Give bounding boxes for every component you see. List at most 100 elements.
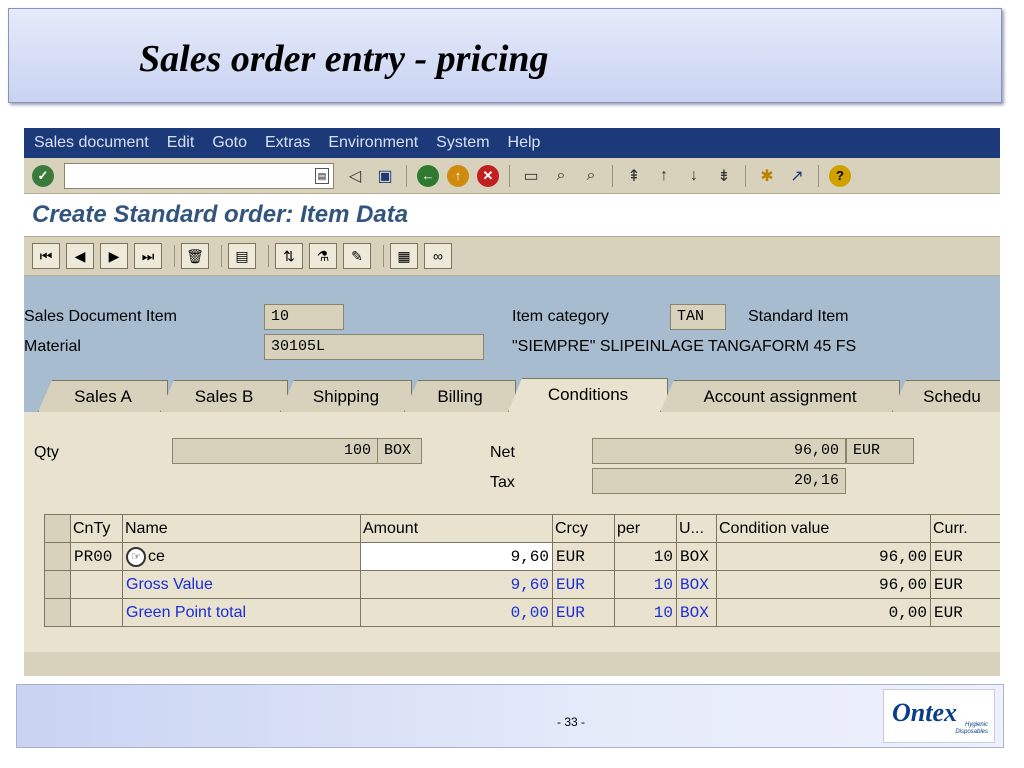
col-amount[interactable]: Amount	[360, 514, 553, 543]
col-cnty[interactable]: CnTy	[70, 514, 123, 543]
standard-toolbar: ✓ ▤ ◁ ▣ ← ↑ ✕ ▭ ⌕ ⌕ ⇞ ↑ ↓ ⇟ ✱ ↗ ?	[24, 158, 1000, 194]
condition-value-cell: 0,00	[716, 598, 931, 627]
menu-extras[interactable]: Extras	[265, 134, 310, 152]
item-category-label: Item category	[512, 308, 609, 325]
cursor-hand-icon: ☞	[126, 546, 146, 567]
tab-conditions[interactable]: Conditions	[508, 378, 668, 412]
first-item-icon[interactable]: ⏮	[32, 243, 60, 269]
name-cell[interactable]: ☞ ce	[122, 542, 361, 571]
command-field[interactable]: ▤	[64, 162, 334, 189]
menu-sales-document[interactable]: Sales document	[34, 134, 149, 152]
crcy-cell[interactable]: EUR	[552, 542, 615, 571]
last-item-icon[interactable]: ⏭	[134, 243, 162, 269]
item-category-field[interactable]: TAN	[670, 304, 726, 330]
qty-field[interactable]: 100	[172, 438, 378, 464]
toolbar-separator	[745, 164, 746, 187]
menu-goto[interactable]: Goto	[212, 134, 247, 152]
next-page-icon[interactable]: ↓	[681, 163, 707, 189]
cnty-cell[interactable]: PR00	[70, 542, 123, 571]
screen-title: Create Standard order: Item Data	[32, 201, 409, 228]
shortcut-icon[interactable]: ↗	[784, 163, 810, 189]
last-page-icon[interactable]: ⇟	[711, 163, 737, 189]
previous-item-icon[interactable]: ◀	[66, 243, 94, 269]
document-flow-icon[interactable]: ⇅	[275, 243, 303, 269]
col-curr[interactable]: Curr.	[930, 514, 1000, 543]
unit-cell[interactable]: BOX	[676, 542, 717, 571]
cancel-icon[interactable]: ✕	[475, 163, 501, 189]
cnty-cell	[70, 598, 123, 627]
select-all-cell[interactable]	[44, 514, 71, 543]
previous-page-icon[interactable]: ↑	[651, 163, 677, 189]
per-cell: 10	[614, 598, 677, 627]
toolbar-separator	[406, 164, 407, 187]
col-crcy[interactable]: Crcy	[552, 514, 615, 543]
next-item-icon[interactable]: ▶	[100, 243, 128, 269]
save-icon[interactable]: ▣	[372, 163, 398, 189]
material-description: "SIEMPRE" SLIPEINLAGE TANGAFORM 45 FS	[512, 338, 857, 355]
sap-window: Sales document Edit Goto Extras Environm…	[24, 128, 1000, 676]
col-name[interactable]: Name	[122, 514, 361, 543]
command-dropdown-icon[interactable]: ▤	[315, 167, 329, 184]
amount-cell: 0,00	[360, 598, 553, 627]
menu-environment[interactable]: Environment	[328, 134, 418, 152]
sales-document-item-field[interactable]: 10	[264, 304, 344, 330]
logo-wordmark: Ontex	[892, 698, 957, 727]
new-session-icon[interactable]: ✱	[754, 163, 780, 189]
net-currency-field[interactable]: EUR	[846, 438, 914, 464]
material-label: Material	[24, 338, 81, 355]
row-selector[interactable]	[44, 570, 71, 599]
menu-bar: Sales document Edit Goto Extras Environm…	[24, 128, 1000, 158]
change-icon[interactable]: ✎	[343, 243, 371, 269]
delete-icon[interactable]: 🗑	[181, 243, 209, 269]
table-row[interactable]: Green Point total 0,00 EUR 10 BOX 0,00 E…	[44, 598, 1000, 627]
find-next-icon[interactable]: ⌕	[578, 163, 604, 189]
slide-footer: - 33 - Ontex Hygienic Disposables	[16, 684, 1004, 748]
tab-shipping[interactable]: Shipping	[280, 380, 412, 412]
print-icon[interactable]: ▭	[518, 163, 544, 189]
help-icon[interactable]: ?	[827, 163, 853, 189]
toolbar-separator	[174, 245, 175, 267]
col-unit[interactable]: U...	[676, 514, 717, 543]
logo-sub2: Disposables	[955, 729, 988, 735]
row-selector[interactable]	[44, 598, 71, 627]
page-number: - 33 -	[557, 715, 586, 729]
enter-icon[interactable]: ✓	[30, 163, 56, 189]
net-value-field[interactable]: 96,00	[592, 438, 846, 464]
calculator-icon[interactable]: ▦	[390, 243, 418, 269]
material-field[interactable]: 30105L	[264, 334, 484, 360]
amount-cell[interactable]: 9,60	[360, 542, 553, 571]
toolbar-separator	[383, 245, 384, 267]
conditions-table: CnTy Name Amount Crcy per U... Condition…	[44, 514, 1000, 627]
crcy-cell: EUR	[552, 598, 615, 627]
glasses-icon[interactable]: ∞	[424, 243, 452, 269]
tax-value-field[interactable]: 20,16	[592, 468, 846, 494]
qty-unit-field[interactable]: BOX	[378, 438, 422, 464]
tab-sales-b[interactable]: Sales B	[160, 380, 288, 412]
tab-billing[interactable]: Billing	[404, 380, 516, 412]
collapse-arrow-icon[interactable]: ◁	[342, 163, 368, 189]
tab-sales-a[interactable]: Sales A	[38, 380, 168, 412]
col-condition-value[interactable]: Condition value	[716, 514, 931, 543]
back-icon[interactable]: ←	[415, 163, 441, 189]
first-page-icon[interactable]: ⇞	[621, 163, 647, 189]
col-per[interactable]: per	[614, 514, 677, 543]
table-row[interactable]: PR00 ☞ ce 9,60 EUR 10 BOX 96,00 EUR	[44, 542, 1000, 571]
cnty-cell	[70, 570, 123, 599]
display-document-icon[interactable]: ▤	[228, 243, 256, 269]
logo-subtitle: Hygienic Disposables	[955, 722, 988, 736]
tab-schedule-lines[interactable]: Schedu	[892, 380, 1000, 412]
menu-system[interactable]: System	[436, 134, 489, 152]
name-text: ce	[148, 547, 165, 565]
find-icon[interactable]: ⌕	[548, 163, 574, 189]
table-row[interactable]: Gross Value 9,60 EUR 10 BOX 96,00 EUR	[44, 570, 1000, 599]
crcy-cell: EUR	[552, 570, 615, 599]
status-overview-icon[interactable]: ⚗	[309, 243, 337, 269]
per-cell[interactable]: 10	[614, 542, 677, 571]
exit-icon[interactable]: ↑	[445, 163, 471, 189]
tab-account-assignment[interactable]: Account assignment	[660, 380, 900, 412]
menu-edit[interactable]: Edit	[167, 134, 195, 152]
menu-help[interactable]: Help	[508, 134, 541, 152]
logo-sub1: Hygienic	[964, 722, 988, 728]
row-selector[interactable]	[44, 542, 71, 571]
amount-cell: 9,60	[360, 570, 553, 599]
